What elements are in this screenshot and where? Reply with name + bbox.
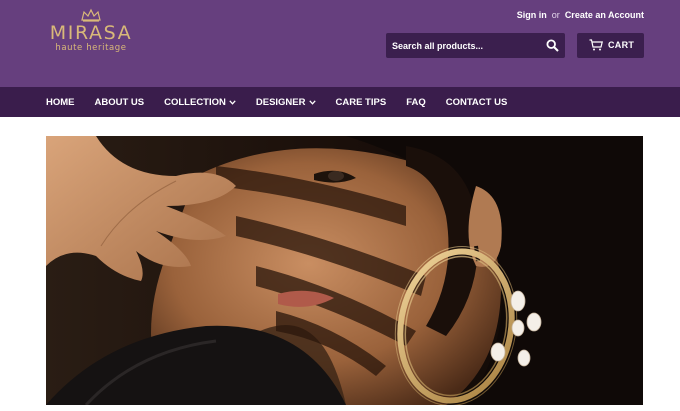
sign-in-link[interactable]: Sign in [517, 10, 547, 20]
site-header: MIRASA haute heritage Sign in or Create an… [0, 0, 680, 87]
cart-label: CART [608, 40, 635, 50]
nav-item-label: DESIGNER [255, 96, 306, 108]
brand-tagline: haute heritage [55, 43, 127, 53]
nav-item-label: CARE TIPS [335, 96, 387, 108]
nav-item-label: COLLECTION [164, 96, 226, 108]
nav-item-label: HOME [46, 96, 75, 108]
hero-photo [46, 136, 643, 405]
search-input[interactable] [386, 33, 536, 58]
create-account-link[interactable]: Create an Account [565, 10, 644, 20]
nav-item-faq[interactable]: FAQ [406, 97, 426, 108]
nav-item-label: CONTACT US [445, 96, 508, 108]
account-links: Sign in or Create an Account [517, 10, 644, 20]
or-separator: or [551, 10, 560, 20]
nav-item-care-tips[interactable]: CARE TIPS [336, 97, 387, 108]
search-icon[interactable] [546, 39, 559, 52]
nav-item-contact-us[interactable]: CONTACT US [446, 97, 508, 108]
brand-name: MIRASA [49, 22, 133, 44]
chevron-down-icon [308, 99, 316, 105]
nav-item-label: ABOUT US [94, 96, 145, 108]
nav-item-label: FAQ [406, 96, 426, 108]
nav-item-designer[interactable]: DESIGNER [256, 97, 316, 108]
nav-item-about-us[interactable]: ABOUT US [95, 97, 145, 108]
crown-icon [81, 8, 101, 22]
main-nav: HOME ABOUT US COLLECTION DESIGNER CARE T… [0, 87, 680, 117]
nav-item-home[interactable]: HOME [46, 97, 75, 108]
search-bar [386, 33, 565, 58]
chevron-down-icon [229, 99, 236, 105]
cart-icon [589, 39, 603, 51]
cart-button[interactable]: CART [577, 33, 644, 58]
nav-item-collection[interactable]: COLLECTION [164, 97, 236, 108]
hero-banner-image[interactable] [46, 136, 643, 405]
brand-logo[interactable]: MIRASA haute heritage [44, 8, 138, 64]
